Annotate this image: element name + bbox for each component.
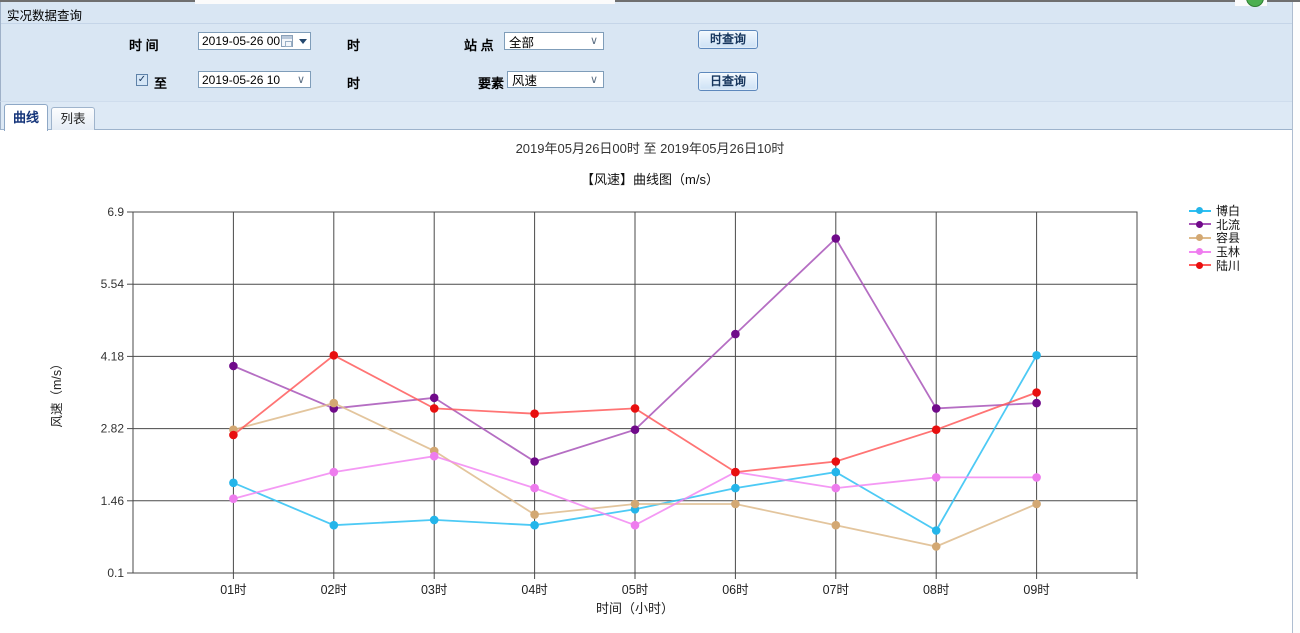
element-select[interactable]: 风速 ∨ [507, 71, 604, 88]
svg-text:2.82: 2.82 [101, 422, 125, 436]
svg-text:0.1: 0.1 [107, 566, 124, 580]
end-time-input[interactable]: 2019-05-26 10 ∨ [198, 71, 311, 88]
start-time-value: 2019-05-26 00 [202, 34, 280, 48]
element-value: 风速 [512, 70, 537, 89]
chart-panel: 2019年05月26日00时 至 2019年05月26日10时 【风速】曲线图（… [0, 130, 1300, 633]
day-query-button[interactable]: 日查询 [698, 72, 758, 91]
tab-strip: 曲线 列表 [0, 101, 1292, 130]
calendar-icon[interactable] [281, 35, 293, 47]
chevron-down-icon[interactable]: ∨ [297, 73, 305, 86]
hour-query-button[interactable]: 时查询 [698, 30, 758, 49]
svg-text:07时: 07时 [823, 583, 850, 597]
divider [1, 23, 1292, 24]
legend-line-icon [1189, 251, 1211, 253]
svg-text:04时: 04时 [521, 583, 548, 597]
legend-item: 陆川 [1189, 258, 1240, 272]
hour-suffix-label: 时 [347, 35, 360, 54]
chevron-down-icon[interactable]: ∨ [590, 34, 598, 47]
wind-speed-chart: 6.9 5.54 4.18 2.82 1.46 0.1 01时 02时 03时 04时 05时 06时… [0, 130, 1300, 633]
tab-curve[interactable]: 曲线 [4, 104, 48, 131]
check-icon: ✓ [138, 74, 146, 85]
panel-right-edge [1292, 2, 1300, 633]
legend-line-icon [1189, 223, 1211, 225]
to-checkbox[interactable]: ✓ [136, 74, 148, 86]
window-chrome [0, 0, 1300, 7]
station-label: 站 点 [464, 35, 494, 54]
svg-text:02时: 02时 [321, 583, 348, 597]
chrome-notch [195, 0, 615, 4]
y-axis-title: 风速（m/s） [50, 357, 64, 427]
svg-text:08时: 08时 [923, 583, 950, 597]
panel-title: 实况数据查询 [7, 5, 82, 24]
tab-list[interactable]: 列表 [51, 107, 95, 131]
svg-text:4.18: 4.18 [101, 349, 125, 363]
svg-text:5.54: 5.54 [101, 277, 125, 291]
svg-text:6.9: 6.9 [107, 205, 124, 219]
svg-text:05时: 05时 [622, 583, 649, 597]
start-time-input[interactable]: 2019-05-26 00 [198, 32, 311, 50]
x-axis-title: 时间（小时） [596, 601, 674, 616]
query-panel: 实况数据查询 时 间 2019-05-26 00 时 站 点 全部 ∨ 时查询 … [0, 2, 1292, 101]
svg-text:09时: 09时 [1023, 583, 1050, 597]
legend-line-icon [1189, 210, 1211, 212]
hour-suffix-label: 时 [347, 73, 360, 92]
end-time-value: 2019-05-26 10 [202, 73, 280, 87]
legend-label: 陆川 [1216, 257, 1240, 274]
element-label: 要素 [478, 73, 504, 92]
legend-line-icon [1189, 264, 1211, 266]
svg-text:01时: 01时 [220, 583, 247, 597]
svg-text:06时: 06时 [722, 583, 749, 597]
chart-legend: 博白北流容县玉林陆川 [1189, 204, 1240, 272]
chevron-down-icon[interactable]: ∨ [590, 73, 598, 86]
time-label: 时 间 [129, 35, 159, 54]
date-dropdown-arrow-icon[interactable] [299, 39, 307, 44]
svg-text:03时: 03时 [421, 583, 448, 597]
station-value: 全部 [509, 32, 534, 51]
to-label: 至 [154, 73, 167, 92]
svg-text:1.46: 1.46 [101, 494, 125, 508]
legend-line-icon [1189, 237, 1211, 239]
station-select[interactable]: 全部 ∨ [504, 32, 604, 50]
